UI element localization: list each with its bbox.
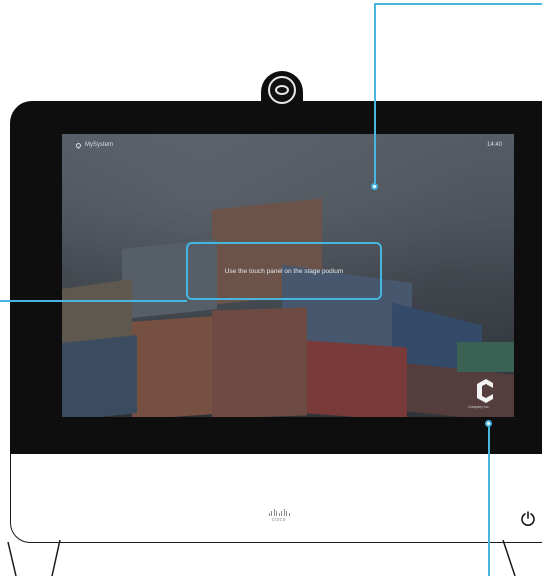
callout-line-screen — [374, 3, 376, 186]
cisco-logo: cisco — [262, 509, 296, 523]
device-legs — [7, 540, 516, 576]
callout-line-logo — [488, 424, 490, 576]
system-name: MySystem — [74, 141, 114, 149]
vendor-logo-text: cisco — [272, 517, 286, 523]
callout-dot-screen — [371, 183, 378, 190]
screen: MySystem 14:40 Use the touch panel on th… — [62, 134, 514, 417]
brand-logo — [477, 379, 493, 403]
callout-line-message — [0, 300, 187, 302]
system-name-label: MySystem — [85, 142, 114, 148]
camera-icon — [268, 76, 296, 104]
brand-caption: Company Inc. — [468, 405, 490, 409]
callout-line-screen-top — [374, 3, 542, 5]
location-pin-icon — [74, 141, 83, 149]
clock: 14:40 — [486, 142, 502, 148]
power-icon[interactable] — [520, 510, 536, 526]
device-chin — [10, 454, 542, 543]
callout-dot-logo — [485, 420, 492, 427]
info-message: Use the touch panel on the stage podium — [224, 267, 344, 275]
